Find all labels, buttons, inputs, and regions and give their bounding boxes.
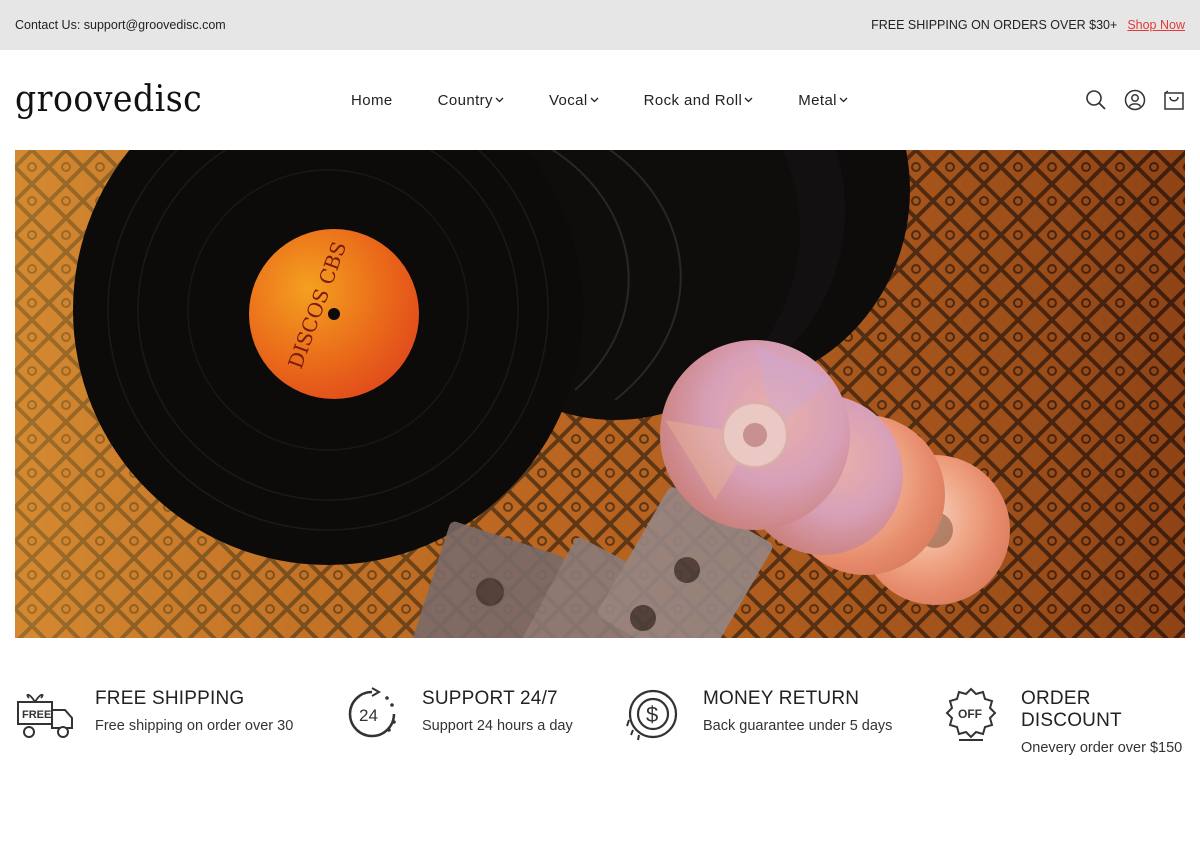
nav-item-country[interactable]: Country xyxy=(438,92,504,109)
nav-item-vocal[interactable]: Vocal xyxy=(549,92,599,109)
nav-item-label: Rock and Roll xyxy=(643,91,743,109)
feature-title: ORDER DISCOUNT xyxy=(1021,688,1122,731)
features-row: FREE FREE SHIPPING Free shipping on orde… xyxy=(15,686,1185,756)
support-24-icon: 24 xyxy=(342,686,402,742)
free-shipping-truck-icon: FREE xyxy=(15,686,75,742)
feature-title: FREE SHIPPING xyxy=(95,688,245,709)
feature-description: Free shipping on order over 30 xyxy=(95,718,294,734)
promo-group: FREE SHIPPING ON ORDERS OVER $30+ Shop N… xyxy=(871,18,1185,32)
order-discount-icon: OFF xyxy=(941,686,1001,742)
cart-icon[interactable] xyxy=(1163,89,1185,111)
nav-item-label: Home xyxy=(351,91,393,109)
logo[interactable]: groovedisc xyxy=(15,82,291,118)
nav-item-label: Country xyxy=(437,91,493,109)
feature-description: Support 24 hours a day xyxy=(422,718,573,734)
promo-text: FREE SHIPPING ON ORDERS OVER $30+ xyxy=(871,18,1118,32)
svg-text:$: $ xyxy=(646,702,658,727)
nav-item-label: Metal xyxy=(798,91,837,109)
header-icons xyxy=(1085,50,1185,150)
feature-text: MONEY RETURN Back guarantee under 5 days xyxy=(703,686,892,734)
feature-support: 24 SUPPORT 24/7 Support 24 hours a day xyxy=(342,686,573,742)
feature-text: SUPPORT 24/7 Support 24 hours a day xyxy=(422,686,573,734)
chevron-down-icon xyxy=(839,97,848,103)
nav-item-rock-and-roll[interactable]: Rock and Roll xyxy=(644,92,754,109)
hero-image: DISCOS CBS xyxy=(15,150,1185,638)
feature-description: Onevery order over $150 xyxy=(1021,740,1183,756)
nav-item-metal[interactable]: Metal xyxy=(798,92,848,109)
feature-free-shipping: FREE FREE SHIPPING Free shipping on orde… xyxy=(15,686,293,742)
account-icon[interactable] xyxy=(1124,89,1146,111)
svg-text:OFF: OFF xyxy=(958,707,982,721)
main-nav: Home Country Vocal Rock and Roll Metal xyxy=(351,50,848,150)
feature-text: ORDER DISCOUNT Onevery order over $150 xyxy=(1021,686,1185,756)
feature-text: FREE SHIPPING Free shipping on order ove… xyxy=(95,686,293,734)
nav-item-home[interactable]: Home xyxy=(351,92,393,109)
feature-title: SUPPORT 24/7 xyxy=(422,688,558,709)
feature-title: MONEY RETURN xyxy=(703,688,860,709)
svg-text:FREE: FREE xyxy=(22,709,51,721)
feature-description: Back guarantee under 5 days xyxy=(703,718,893,734)
shop-now-link[interactable]: Shop Now xyxy=(1127,18,1185,32)
announcement-bar: Contact Us: support@groovedisc.com FREE … xyxy=(0,0,1200,50)
feature-order-discount: OFF ORDER DISCOUNT Onevery order over $1… xyxy=(941,686,1185,756)
nav-item-label: Vocal xyxy=(548,91,588,109)
feature-money-return: $ MONEY RETURN Back guarantee under 5 da… xyxy=(623,686,892,742)
contact-text: Contact Us: support@groovedisc.com xyxy=(15,18,226,32)
svg-text:24: 24 xyxy=(359,706,378,725)
site-header: groovedisc Home Country Vocal Rock and R… xyxy=(0,50,1200,150)
search-icon[interactable] xyxy=(1085,89,1107,111)
money-return-icon: $ xyxy=(623,686,683,742)
chevron-down-icon xyxy=(495,97,504,103)
chevron-down-icon xyxy=(590,97,599,103)
hero-banner[interactable]: DISCOS CBS xyxy=(15,150,1185,638)
chevron-down-icon xyxy=(744,97,753,103)
